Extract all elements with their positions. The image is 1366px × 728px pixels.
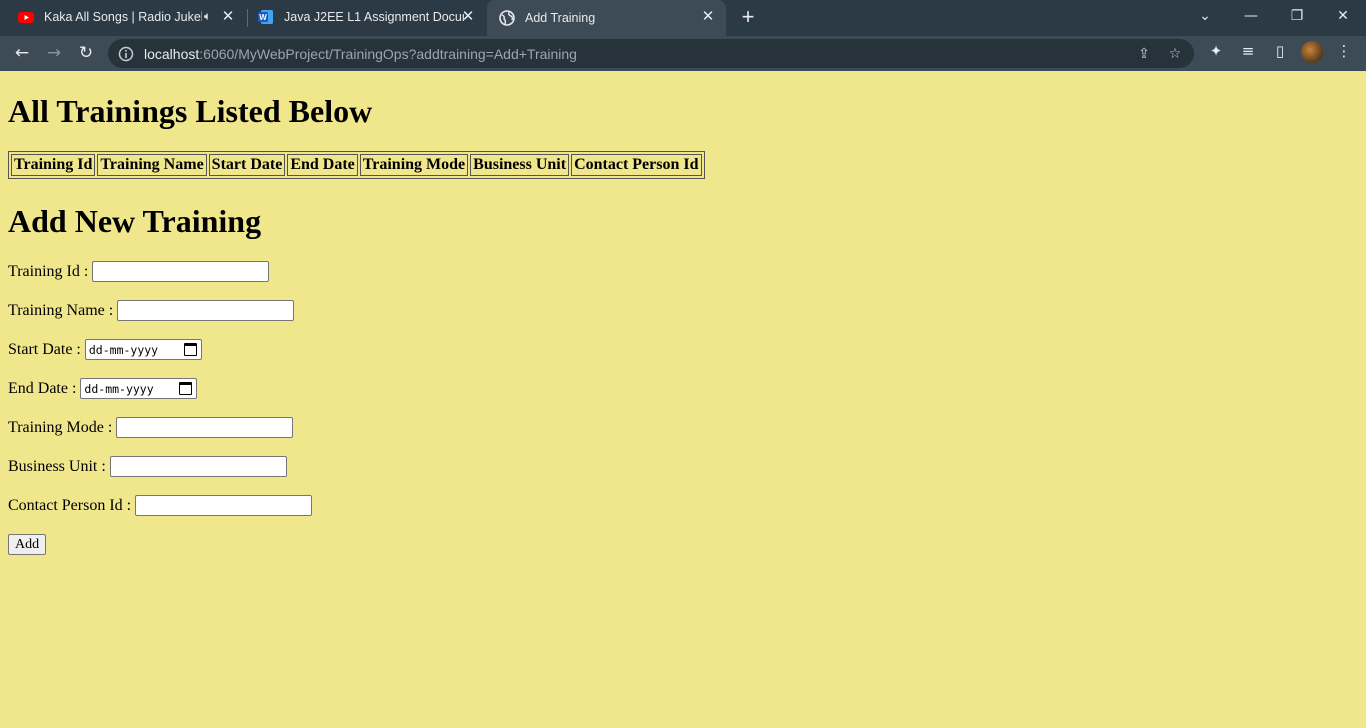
- training-mode-label: Training Mode :: [8, 418, 113, 436]
- start-date-input[interactable]: dd-mm-yyyy: [84, 339, 202, 360]
- minimize-button[interactable]: —: [1239, 6, 1263, 26]
- page-content: All Trainings Listed Below Training Id T…: [0, 71, 1366, 728]
- start-date-label: Start Date :: [8, 340, 81, 358]
- profile-avatar[interactable]: [1301, 41, 1323, 63]
- add-button[interactable]: Add: [8, 534, 47, 555]
- extensions-icon[interactable]: ✦: [1206, 41, 1226, 61]
- training-name-row: Training Name :: [8, 300, 295, 321]
- contact-person-row: Contact Person Id :: [8, 495, 313, 516]
- contact-person-input[interactable]: [135, 495, 313, 516]
- tab-title: Kaka All Songs | Radio Jukeb: [44, 10, 202, 24]
- new-tab-button[interactable]: +: [738, 6, 758, 28]
- add-training-heading: Add New Training: [8, 203, 262, 239]
- reload-button[interactable]: ↻: [74, 41, 98, 65]
- address-bar[interactable]: localhost:6060/MyWebProject/TrainingOps?…: [108, 39, 1194, 68]
- contact-person-label: Contact Person Id :: [8, 496, 132, 514]
- close-tab-icon[interactable]: ✕: [460, 9, 476, 25]
- back-button[interactable]: ←: [10, 41, 34, 65]
- end-date-input[interactable]: dd-mm-yyyy: [80, 378, 198, 399]
- end-date-label: End Date :: [8, 379, 77, 397]
- close-tab-icon[interactable]: ✕: [700, 9, 716, 25]
- share-icon[interactable]: ⇪: [1135, 45, 1153, 63]
- tab-title: Java J2EE L1 Assignment Docume: [284, 10, 464, 24]
- side-panel-icon[interactable]: ▯: [1270, 41, 1290, 61]
- browser-toolbar: ← → ↻ localhost:6060/MyWebProject/Traini…: [0, 36, 1366, 71]
- tab-youtube[interactable]: Kaka All Songs | Radio Jukeb 🔈︎ ✕: [0, 0, 246, 34]
- start-date-row: Start Date : dd-mm-yyyy: [8, 339, 202, 360]
- date-placeholder: dd-mm-yyyy: [84, 381, 154, 396]
- business-unit-label: Business Unit :: [8, 457, 106, 475]
- calendar-icon[interactable]: [179, 382, 193, 395]
- training-name-input[interactable]: [117, 300, 295, 321]
- tab-title: Add Training: [525, 11, 596, 25]
- info-icon[interactable]: [118, 46, 134, 62]
- youtube-icon: [18, 12, 34, 23]
- trainings-list-heading: All Trainings Listed Below: [8, 93, 373, 129]
- training-id-row: Training Id :: [8, 261, 270, 282]
- date-placeholder: dd-mm-yyyy: [88, 342, 159, 357]
- training-id-label: Training Id :: [8, 262, 89, 280]
- column-header: Business Unit: [470, 154, 570, 176]
- url-host: localhost: [144, 45, 200, 62]
- training-mode-row: Training Mode :: [8, 417, 294, 438]
- globe-icon: [499, 10, 515, 26]
- close-tab-icon[interactable]: ✕: [220, 9, 236, 25]
- tab-add-training[interactable]: Add Training ✕: [487, 0, 726, 36]
- media-control-icon[interactable]: ≡: [1238, 41, 1258, 61]
- column-header: Training Name: [97, 154, 207, 176]
- tab-search-icon[interactable]: ⌄: [1193, 6, 1217, 26]
- training-name-label: Training Name :: [8, 301, 114, 319]
- bookmark-star-icon[interactable]: ☆: [1166, 45, 1184, 63]
- close-window-button[interactable]: ✕: [1331, 6, 1355, 26]
- calendar-icon[interactable]: [183, 343, 197, 356]
- column-header: Training Mode: [359, 154, 469, 176]
- column-header: Training Id: [11, 154, 96, 176]
- column-header: Start Date: [208, 154, 286, 176]
- tab-word-document[interactable]: W Java J2EE L1 Assignment Docume ✕: [240, 0, 486, 34]
- training-id-input[interactable]: [92, 261, 270, 282]
- svg-text:W: W: [259, 13, 267, 22]
- business-unit-row: Business Unit :: [8, 456, 287, 477]
- tab-strip: Kaka All Songs | Radio Jukeb 🔈︎ ✕ W Java…: [0, 0, 1366, 36]
- column-header: End Date: [287, 154, 358, 176]
- word-icon: W: [258, 10, 273, 24]
- training-mode-input[interactable]: [116, 417, 294, 438]
- table-header-row: Training Id Training Name Start Date End…: [11, 154, 702, 176]
- menu-icon[interactable]: ⋮: [1334, 41, 1354, 61]
- business-unit-input[interactable]: [109, 456, 287, 477]
- trainings-table: Training Id Training Name Start Date End…: [8, 151, 705, 179]
- url-path: :6060/MyWebProject/TrainingOps?addtraini…: [199, 45, 577, 62]
- forward-button[interactable]: →: [42, 41, 66, 65]
- restore-button[interactable]: ❐: [1285, 6, 1309, 26]
- speaker-icon[interactable]: 🔈︎: [204, 9, 211, 24]
- end-date-row: End Date : dd-mm-yyyy: [8, 378, 198, 399]
- column-header: Contact Person Id: [571, 154, 702, 176]
